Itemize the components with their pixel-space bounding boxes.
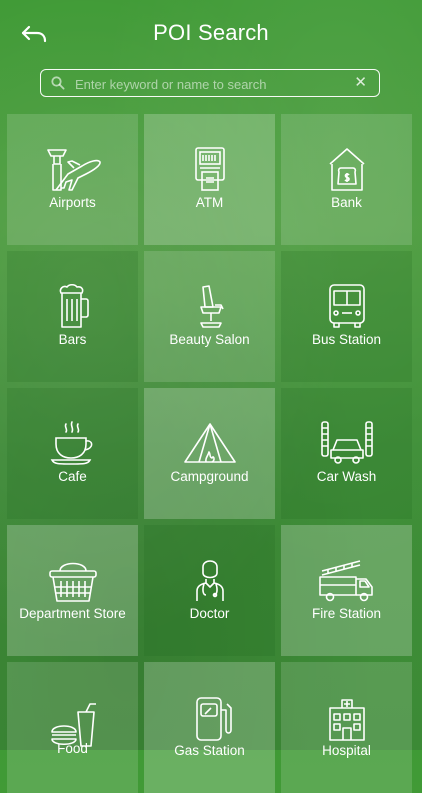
category-label: Cafe <box>58 469 87 484</box>
search-icon <box>51 76 65 90</box>
category-tile-airports[interactable]: Airports <box>7 114 138 245</box>
car-wash-icon <box>320 421 373 464</box>
beer-mug-icon <box>59 283 89 328</box>
category-label: ATM <box>195 195 224 210</box>
category-label: Bus Station <box>311 332 382 347</box>
category-tile-bank[interactable]: Bank <box>281 114 412 245</box>
coffee-cup-icon <box>50 421 92 465</box>
category-tile-campground[interactable]: Campground <box>144 388 275 519</box>
category-label: Hospital <box>322 743 371 758</box>
basket-icon <box>48 562 97 602</box>
doctor-icon <box>195 560 224 601</box>
bank-icon <box>328 148 365 191</box>
category-tile-department-store[interactable]: Department Store <box>7 525 138 656</box>
category-label: Airports <box>49 195 96 210</box>
clear-search-button[interactable]: ✕ <box>354 74 367 92</box>
atm-icon <box>194 147 225 191</box>
category-label: Food <box>57 741 88 756</box>
bus-icon <box>328 284 365 328</box>
category-tile-beauty-salon[interactable]: Beauty Salon <box>144 251 275 382</box>
category-tile-atm[interactable]: ATM <box>144 114 275 245</box>
category-label: Campground <box>170 469 249 484</box>
hospital-icon <box>328 699 365 741</box>
category-tile-hospital[interactable]: Hospital <box>281 662 412 793</box>
category-tile-bars[interactable]: Bars <box>7 251 138 382</box>
airport-icon <box>46 149 101 191</box>
search-bar[interactable]: ✕ <box>40 69 380 97</box>
search-input[interactable] <box>73 73 347 95</box>
category-grid: Airports ATM Bank Bars Beauty Salon Bus … <box>7 114 415 793</box>
category-label: Bank <box>331 195 362 210</box>
category-tile-bus-station[interactable]: Bus Station <box>281 251 412 382</box>
category-label: Fire Station <box>311 606 382 621</box>
tent-icon <box>183 423 236 463</box>
header: POI Search <box>0 0 422 68</box>
category-tile-cafe[interactable]: Cafe <box>7 388 138 519</box>
category-tile-doctor[interactable]: Doctor <box>144 525 275 656</box>
category-label: Bars <box>58 332 87 347</box>
category-label: Car Wash <box>316 469 377 484</box>
fire-truck-icon <box>318 560 373 602</box>
category-label: Gas Station <box>174 743 245 758</box>
category-tile-food[interactable]: Food <box>7 662 138 793</box>
category-label: Department Store <box>19 606 126 621</box>
category-tile-fire-station[interactable]: Fire Station <box>281 525 412 656</box>
gas-pump-icon <box>195 697 232 741</box>
category-tile-gas-station[interactable]: Gas Station <box>144 662 275 793</box>
category-label: Doctor <box>189 606 230 621</box>
category-tile-car-wash[interactable]: Car Wash <box>281 388 412 519</box>
page-title: POI Search <box>153 20 269 45</box>
category-label: Beauty Salon <box>169 332 250 347</box>
salon-chair-icon <box>199 285 224 328</box>
